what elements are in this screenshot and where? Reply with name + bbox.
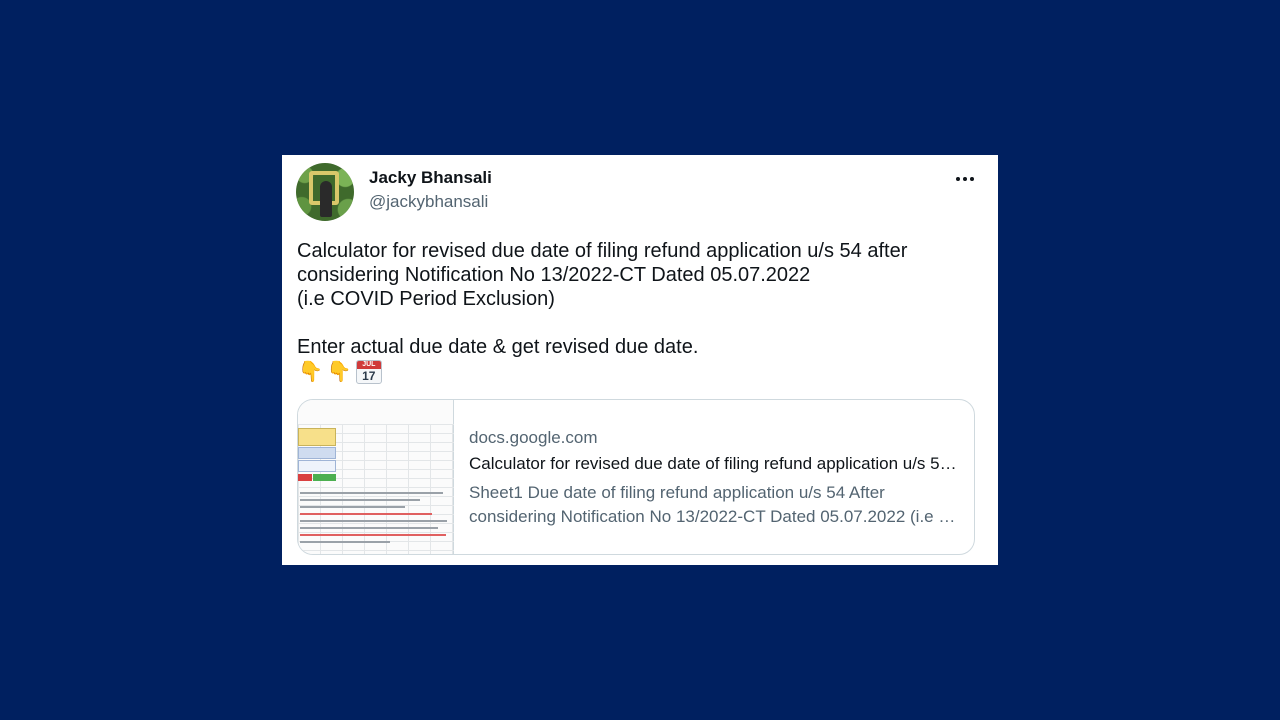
link-thumbnail[interactable] — [298, 400, 454, 554]
more-dot — [956, 177, 960, 181]
spreadsheet-input-block — [298, 460, 336, 472]
link-domain[interactable]: docs.google.com — [469, 428, 598, 448]
pointing-down-icon: 👇 — [298, 361, 323, 383]
pointing-down-icon: 👇 — [326, 361, 352, 383]
author-handle[interactable]: @jackybhansali — [369, 192, 488, 212]
more-dot — [970, 177, 974, 181]
more-dot — [963, 177, 967, 181]
spreadsheet-text-lines — [300, 492, 450, 548]
tweet-text-line: Calculator for revised due date of filin… — [297, 240, 908, 262]
link-description-line: considering Notification No 13/2022-CT D… — [469, 507, 964, 526]
tweet-text-line: considering Notification No 13/2022-CT D… — [297, 264, 811, 286]
tweet-card[interactable]: Jacky Bhansali @jackybhansali Calculator… — [282, 155, 998, 565]
spreadsheet-header-block — [298, 428, 336, 446]
tweet-text-line: Enter actual due date & get revised due … — [297, 336, 699, 358]
tweet-text: Calculator for revised due date of filin… — [297, 239, 987, 359]
link-preview-card[interactable]: docs.google.com Calculator for revised d… — [297, 399, 975, 555]
calendar-month: JUL — [356, 361, 381, 369]
more-options-icon[interactable] — [950, 171, 980, 187]
calendar-day: 17 — [362, 369, 376, 383]
tweet-text-spacer — [297, 311, 987, 335]
spreadsheet-green-cell — [313, 474, 336, 481]
link-description: Sheet1 Due date of filing refund applica… — [469, 481, 964, 529]
author-display-name[interactable]: Jacky Bhansali — [369, 168, 492, 188]
calendar-icon: JUL 17 — [355, 360, 382, 384]
spreadsheet-red-cell — [298, 474, 312, 481]
avatar-person — [320, 181, 332, 217]
emoji-row: 👇 👇 JUL 17 — [298, 359, 382, 385]
tweet-text-line: (i.e COVID Period Exclusion) — [297, 288, 555, 310]
avatar[interactable] — [296, 163, 354, 221]
link-description-line: Sheet1 Due date of filing refund applica… — [469, 483, 885, 502]
spreadsheet-info-block — [298, 447, 336, 459]
link-title[interactable]: Calculator for revised due date of filin… — [469, 454, 964, 474]
